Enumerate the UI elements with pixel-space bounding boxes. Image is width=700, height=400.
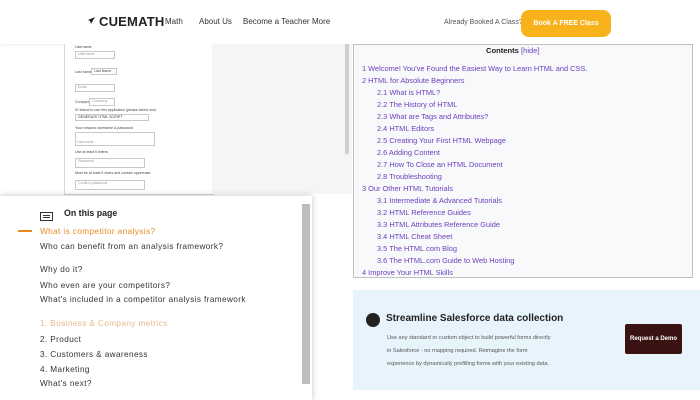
toc-item[interactable]: Who even are your competitors? (40, 281, 290, 290)
cuemath-logo[interactable]: CUEMATH (86, 14, 164, 29)
scrollbar[interactable] (345, 44, 349, 154)
promo-desc-3: experience by dynamically prefilling for… (387, 361, 549, 367)
last-name-field[interactable]: Last Name (91, 68, 117, 75)
contents-item[interactable]: 2.5 Creating Your First HTML Webpage (377, 136, 506, 145)
form-screenshot: Username Username Last name Last Name Em… (64, 44, 214, 195)
nav-math[interactable]: Math (165, 17, 183, 26)
toc-item[interactable]: 4. Marketing (40, 365, 290, 374)
promo-title: Streamline Salesforce data collection (386, 313, 564, 324)
form-label-last-name: Last name (75, 70, 92, 74)
contents-item[interactable]: 2.6 Adding Content (377, 148, 440, 157)
toc-item[interactable]: What's included in a competitor analysis… (40, 295, 290, 304)
toc-item[interactable]: 1. Business & Company metrics (40, 319, 290, 328)
hide-link[interactable]: [hide] (521, 46, 540, 55)
contents-item[interactable]: 3.5 The HTML.com Blog (377, 244, 457, 253)
form-label-username: Username (75, 45, 92, 49)
contents-item[interactable]: 2.8 Troubleshooting (377, 172, 442, 181)
form-note-chars: Must be at least 6 chars and contain upp… (75, 171, 151, 175)
contents-item[interactable]: 3.4 HTML Cheat Sheet (377, 232, 452, 241)
confirm-password-field[interactable]: Confirm password (75, 180, 145, 190)
toc-heading: On this page (64, 208, 118, 218)
company-field[interactable]: Company (89, 98, 115, 106)
toc-active-marker (18, 230, 32, 232)
contents-item[interactable]: 1 Welcome! You've Found the Easiest Way … (362, 64, 587, 73)
contents-item[interactable]: 3.2 HTML Reference Guides (377, 208, 471, 217)
password-note-box: Username (77, 140, 94, 144)
form-note-reasons: Your reasons username & password (75, 126, 133, 130)
form-note-letters: Use at least 6 letters (75, 150, 108, 154)
brand-icon (366, 313, 380, 327)
right-edge (693, 44, 700, 278)
toc-item[interactable]: Why do it? (40, 265, 290, 274)
contents-item[interactable]: 3.1 Intermediate & Advanced Tutorials (377, 196, 502, 205)
email-field[interactable]: Email (75, 84, 115, 92)
promo-desc-2: in Salesforce - no mapping required. Rei… (387, 348, 528, 354)
toc-item[interactable]: What's next? (40, 379, 290, 388)
contents-item[interactable]: 4 Improve Your HTML Skills (362, 268, 453, 277)
nav-about-us[interactable]: About Us (199, 17, 232, 26)
contents-item[interactable]: 2.4 HTML Editors (377, 124, 434, 133)
username-field[interactable]: Username (75, 51, 115, 59)
toc-item[interactable]: 3. Customers & awareness (40, 350, 290, 359)
toc-item[interactable]: 2. Product (40, 335, 290, 344)
logo-text: CUEMATH (99, 14, 165, 29)
book-free-class-button[interactable]: Book A FREE Class (521, 10, 611, 37)
request-demo-button[interactable]: Request a Demo (625, 324, 682, 354)
contents-item[interactable]: 2.1 What is HTML? (377, 88, 440, 97)
contents-title: Contents [hide] (486, 46, 540, 55)
contents-title-text: Contents (486, 46, 519, 55)
contents-item[interactable]: 3 Our Other HTML Tutorials (362, 184, 453, 193)
page-gutter (212, 44, 352, 194)
toc-item[interactable]: What is competitor analysis? (40, 227, 290, 236)
toc-scrollbar[interactable] (302, 204, 310, 384)
form-note-intent: ID intend to use this application (pleas… (75, 108, 157, 112)
contents-item[interactable]: 2.3 What are Tags and Attributes? (377, 112, 488, 121)
promo-desc-1: Use any standard or custom object to bui… (387, 335, 551, 341)
toc-item[interactable]: Who can benefit from an analysis framewo… (40, 242, 290, 251)
already-booked-link[interactable]: Already Booked A Class? (444, 19, 523, 26)
password-field[interactable]: Password (75, 158, 145, 168)
contents-item[interactable]: 3.6 The HTML.com Guide to Web Hosting (377, 256, 514, 265)
rocket-icon (88, 17, 95, 24)
contents-item[interactable]: 2.2 The History of HTML (377, 100, 457, 109)
contents-item[interactable]: 2 HTML for Absolute Beginners (362, 76, 464, 85)
nav-become-a-teacher[interactable]: Become a Teacher (243, 17, 310, 26)
contents-item[interactable]: 3.3 HTML Attributes Reference Guide (377, 220, 500, 229)
contents-item[interactable]: 2.7 How To Close an HTML Document (377, 160, 503, 169)
intent-select[interactable]: GENERATE HTML SCRIPT (75, 114, 149, 121)
nav-more[interactable]: More (312, 17, 330, 26)
list-icon (40, 208, 53, 221)
